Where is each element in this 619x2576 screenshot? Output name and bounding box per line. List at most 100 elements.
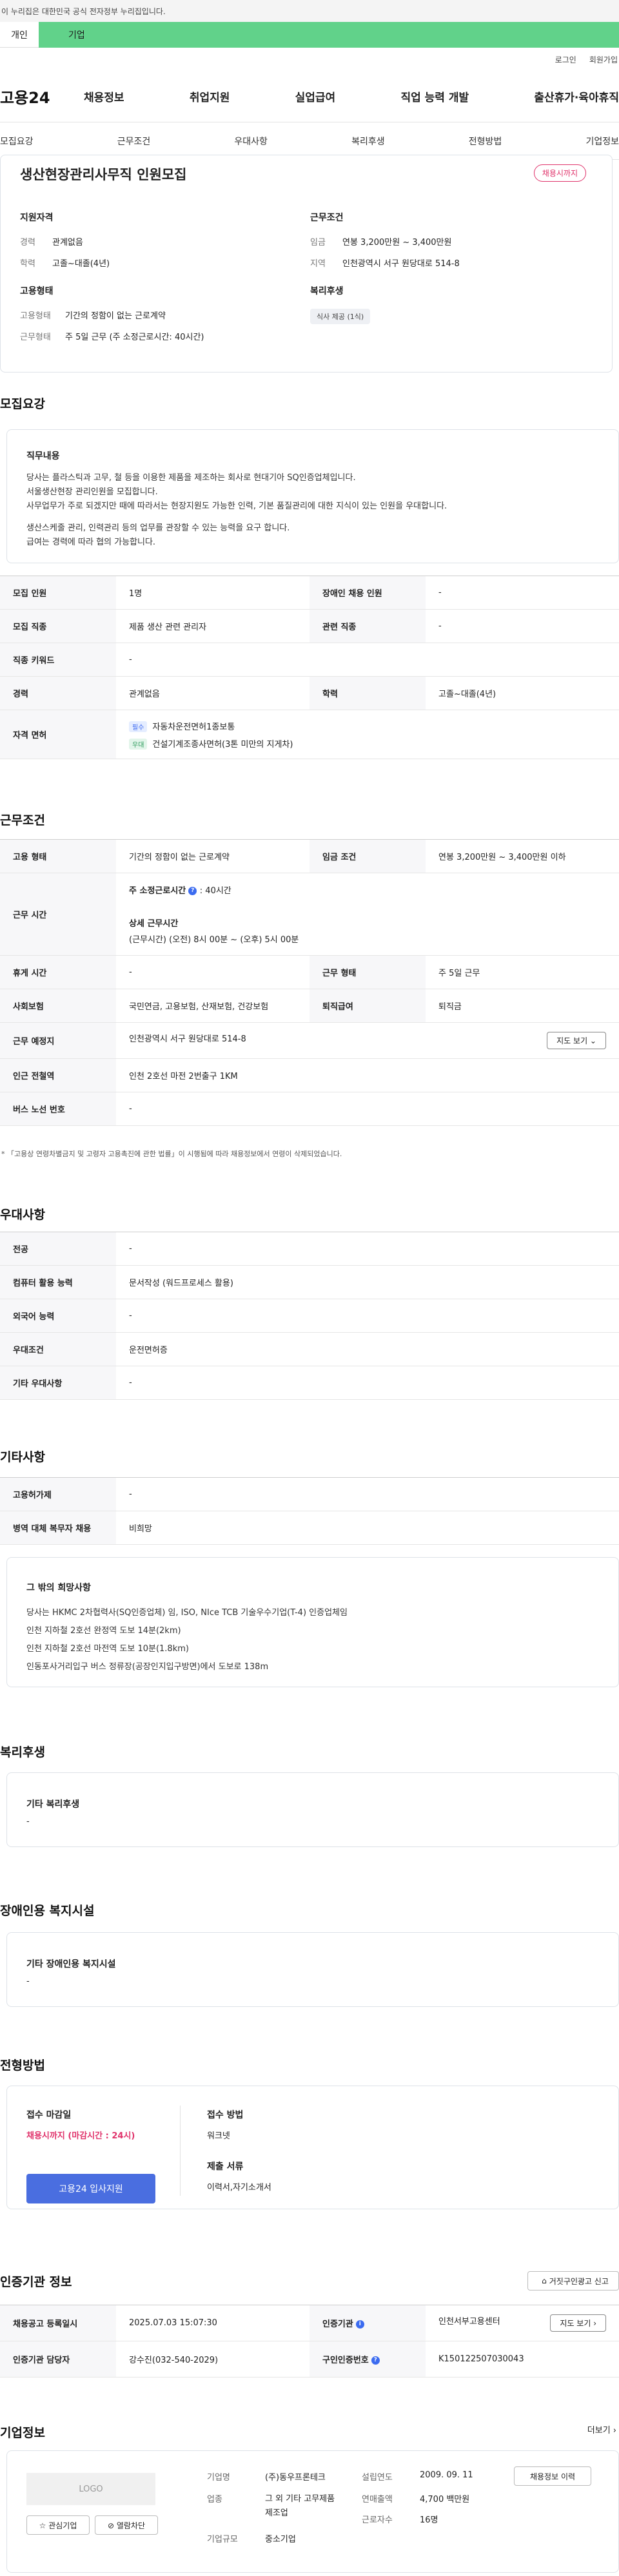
- company-field-value: 중소기업: [265, 2535, 296, 2544]
- table-key: 인증기관 i: [310, 2305, 426, 2341]
- method-heading: 접수 방법: [207, 2110, 244, 2120]
- process-divider: [180, 2106, 181, 2196]
- emp-row: 근무형태 주 5일 근무 (주 소정근로시간: 40시간): [20, 330, 204, 342]
- block-view-button[interactable]: ⊘ 열람차단: [95, 2515, 158, 2535]
- cert-map-button[interactable]: 지도 보기 ›: [550, 2314, 606, 2332]
- table-value: -: [116, 1092, 619, 1126]
- etc-section-title: 기타사항: [0, 1450, 45, 1464]
- deadline-badge: 채용시까지: [533, 164, 586, 182]
- welfare-box: 기타 복리후생 -: [6, 1772, 619, 1847]
- gnb-item-training[interactable]: 직업 능력 개발: [400, 88, 469, 104]
- qual-key: 학력: [20, 259, 35, 269]
- tab-company[interactable]: 기업: [39, 22, 619, 48]
- table-row: 병역 대체 복무자 채용 비희망: [0, 1511, 619, 1545]
- recruit-history-button[interactable]: 채용정보 이력: [514, 2466, 591, 2486]
- company-field-value: 2009. 09. 11: [420, 2470, 473, 2480]
- welfare-chip: 식사 제공 (1식): [310, 309, 371, 324]
- gnb-menu: 채용정보 취업지원 실업급여 직업 능력 개발 출산휴가·육아휴직: [77, 88, 619, 104]
- info-icon[interactable]: ?: [188, 887, 197, 895]
- table-row: 인증기관 담당자 강수진(032-540-2029) 구인인증번호? K15012…: [0, 2341, 619, 2377]
- subnav-preferences[interactable]: 우대사항: [234, 135, 268, 148]
- subnav-welfare[interactable]: 복리후생: [351, 135, 385, 148]
- emp-value: 기간의 정함이 없는 근로계약: [65, 311, 166, 321]
- table-key: 근무 시간: [0, 873, 116, 956]
- gnb-item-jobs[interactable]: 채용정보: [84, 88, 124, 104]
- map-view-button[interactable]: 지도 보기 ⌄: [547, 1032, 606, 1049]
- table-value: 강수진(032-540-2029): [116, 2341, 310, 2377]
- place-cell: 인천광역시 서구 원당대로 514-8 지도 보기 ⌄: [116, 1022, 619, 1059]
- table-key: 버스 노선 번호: [0, 1092, 116, 1126]
- emp-key: 고용형태: [20, 311, 51, 321]
- table-key: 근무 예정지: [0, 1022, 116, 1059]
- emp-row: 고용형태 기간의 정함이 없는 근로계약: [20, 309, 204, 321]
- info-icon[interactable]: ?: [371, 2356, 380, 2365]
- recruit-section-title: 모집요강: [0, 397, 45, 411]
- duty-line: 서울생산현장 관리인원을 모집합니다.: [26, 487, 158, 497]
- license-tag-required: 필수: [129, 721, 148, 732]
- signup-link[interactable]: 회원가입: [589, 54, 618, 65]
- table-key: 휴게 시간: [0, 955, 116, 989]
- work-table: 고용 형태 기간의 정함이 없는 근로계약 임금 조건 연봉 3,200만원 ~ 3…: [0, 839, 619, 1126]
- company-field-key: 기업명: [207, 2473, 230, 2483]
- recruit-table: 모집 인원 1명 장애인 채용 인원 - 모집 직종 제품 생산 관련 관리자 관련 …: [0, 576, 619, 759]
- apply-button[interactable]: 고용24 입사지원: [26, 2174, 155, 2203]
- pref-table: 전공 - 컴퓨터 활용 능력 문서작성 (워드프로세스 활용) 외국어 능력 - 우대…: [0, 1232, 619, 1400]
- deadline-value: 채용시까지 (마감시간 : 24시): [26, 2131, 135, 2141]
- table-key: 자격 면허: [0, 710, 116, 759]
- company-field-key: 설립연도: [362, 2473, 393, 2483]
- table-key: 전공: [0, 1232, 116, 1266]
- subnav-conditions[interactable]: 근무조건: [117, 135, 151, 148]
- pref-section-title: 우대사항: [0, 1208, 45, 1222]
- login-link[interactable]: 로그인: [555, 54, 576, 65]
- table-key: 인증기관 담당자: [0, 2341, 116, 2377]
- hours-detail-heading: 상세 근무시간: [129, 919, 179, 929]
- emp-key: 근무형태: [20, 333, 51, 342]
- table-key: 채용공고 등록일시: [0, 2305, 116, 2341]
- cert-agency-key: 인증기관: [322, 2319, 353, 2329]
- table-row: 모집 직종 제품 생산 관련 관리자 관련 직종 -: [0, 609, 619, 643]
- place-value: 인천광역시 서구 원당대로 514-8: [129, 1034, 246, 1044]
- table-row: 경력 관계없음 학력 고졸~대졸(4년): [0, 676, 619, 710]
- table-key: 경력: [0, 676, 116, 710]
- other-line: 인천 지하철 2호선 마전역 도보 10분(1.8km): [26, 1644, 189, 1654]
- favorite-company-button[interactable]: ☆ 관심기업: [26, 2515, 90, 2535]
- site-logo[interactable]: 고용24: [0, 85, 77, 108]
- disability-section-title: 장애인용 복지시설: [0, 1904, 95, 1918]
- cond-value: 인천광역시 서구 원당대로 514-8: [342, 259, 460, 269]
- company-field-key: 연매출액: [362, 2495, 393, 2504]
- cond-key: 지역: [310, 259, 326, 269]
- gov-banner: 이 누리집은 대한민국 공식 전자정부 누리집입니다.: [0, 0, 619, 22]
- gnb-item-parental-leave[interactable]: 출산휴가·육아휴직: [534, 88, 619, 104]
- license-name: 자동차운전면허1종보통: [152, 722, 235, 732]
- utility-links: 로그인 회원가입: [0, 48, 619, 71]
- subnav-company[interactable]: 기업정보: [585, 135, 619, 148]
- docs-heading: 제출 서류: [207, 2162, 244, 2172]
- company-more-link[interactable]: 더보기 ›: [587, 2423, 616, 2436]
- table-value: 관계없음: [116, 676, 310, 710]
- table-value: -: [426, 576, 619, 610]
- false-ad-report-button[interactable]: ⌂ 거짓구인광고 신고: [527, 2271, 619, 2290]
- welfare-block: 복리후생 식사 제공 (1식): [310, 284, 371, 324]
- subnav-recruit[interactable]: 모집요강: [0, 135, 34, 148]
- company-field-key: 업종: [207, 2495, 222, 2504]
- subnav-process[interactable]: 전형방법: [469, 135, 502, 148]
- license-name: 건설기계조종사면허(3톤 미만의 지게차): [152, 739, 293, 750]
- company-section-title: 기업정보: [0, 2426, 45, 2440]
- tab-personal[interactable]: 개인: [0, 22, 39, 48]
- table-row: 고용 형태 기간의 정함이 없는 근로계약 임금 조건 연봉 3,200만원 ~ 3…: [0, 839, 619, 873]
- other-wishes-heading: 그 밖의 희망사항: [26, 1583, 91, 1593]
- deadline-heading: 접수 마감일: [26, 2110, 72, 2120]
- table-value: 연봉 3,200만원 ~ 3,400만원 이하: [426, 839, 619, 873]
- duty-line: 생산스케줄 관리, 인력관리 등의 업무를 관장할 수 있는 능력을 요구 합니…: [26, 523, 290, 533]
- table-key: 고용허가제: [0, 1477, 116, 1511]
- tab-personal-label: 개인: [11, 30, 28, 41]
- company-field-value: 16명: [420, 2515, 438, 2525]
- table-row: 모집 인원 1명 장애인 채용 인원 -: [0, 576, 619, 610]
- other-line: 인천 지하철 2호선 완정역 도보 14분(2km): [26, 1626, 181, 1636]
- license-cell: 필수 자동차운전면허1종보통 우대 건설기계조종사면허(3톤 미만의 지게차): [116, 710, 619, 759]
- table-row: 휴게 시간 - 근무 형태 주 5일 근무: [0, 955, 619, 989]
- info-icon[interactable]: i: [355, 2320, 364, 2329]
- disability-value: -: [26, 1977, 30, 1986]
- gnb-item-unemployment[interactable]: 실업급여: [295, 88, 336, 104]
- gnb-item-employment-support[interactable]: 취업지원: [190, 88, 230, 104]
